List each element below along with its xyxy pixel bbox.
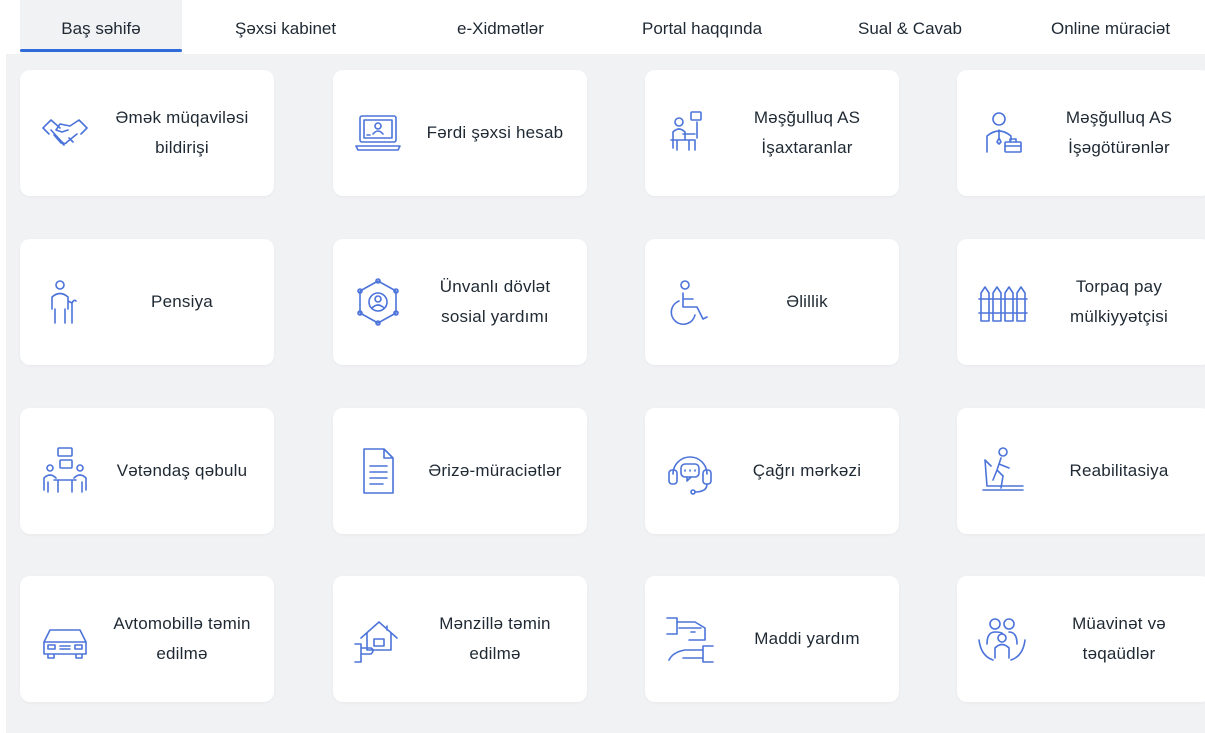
- service-card-jobseekers[interactable]: Məşğulluq AS İşaxtaranlar: [645, 70, 899, 196]
- service-label: Çağrı mərkəzi: [752, 461, 862, 480]
- nav-item-home[interactable]: Baş səhifə: [20, 0, 182, 54]
- service-card-targeted-social-aid[interactable]: Ünvanlı dövlət sosial yardımı: [333, 239, 587, 365]
- top-navigation: Baş səhifə Şəxsi kabinet e-Xidmətlər Por…: [0, 0, 1205, 54]
- service-label: Avtomobillə təmin edilmə: [113, 614, 251, 663]
- service-card-employers[interactable]: Məşğulluq AS İşəgötürənlər: [957, 70, 1205, 196]
- service-label: Məşğulluq AS İşəgötürənlər: [1065, 108, 1173, 157]
- nav-item-e-services[interactable]: e-Xidmətlər: [457, 0, 544, 54]
- service-label: Məşğulluq AS İşaxtaranlar: [753, 108, 861, 157]
- service-card-housing-provision[interactable]: Mənzillə təmin edilmə: [333, 576, 587, 702]
- service-card-pension[interactable]: Pensiya: [20, 239, 274, 365]
- service-label: Pensiya: [151, 292, 213, 311]
- service-card-call-center[interactable]: Çağrı mərkəzi: [645, 408, 899, 534]
- car-icon: [40, 614, 90, 664]
- service-label: Mənzillə təmin edilmə: [439, 614, 551, 663]
- handshake-icon: [40, 108, 90, 158]
- nav-item-online-request[interactable]: Online müraciət: [1051, 0, 1170, 54]
- nav-item-personal-cabinet[interactable]: Şəxsi kabinet: [235, 0, 336, 54]
- service-card-rehabilitation[interactable]: Reabilitasiya: [957, 408, 1205, 534]
- service-label: Əmək müqaviləsi bildirişi: [115, 108, 249, 157]
- fence-icon: [977, 277, 1028, 327]
- service-card-land-share[interactable]: Torpaq pay mülkiyyətçisi: [957, 239, 1205, 365]
- family-icon: [977, 614, 1027, 664]
- job-seeker-icon: [665, 108, 715, 158]
- treadmill-icon: [977, 446, 1027, 496]
- service-label: Müavinət və təqaüdlər: [1072, 614, 1166, 663]
- service-card-disability[interactable]: Əlillik: [645, 239, 899, 365]
- service-card-applications[interactable]: Ərizə-müraciətlər: [333, 408, 587, 534]
- services-grid: Əmək müqaviləsi bildirişi Fərdi şəxsi hes…: [6, 54, 1205, 733]
- service-card-personal-account[interactable]: Fərdi şəxsi hesab: [333, 70, 587, 196]
- employer-icon: [977, 108, 1027, 158]
- document-icon: [353, 446, 403, 496]
- service-card-car-provision[interactable]: Avtomobillə təmin edilmə: [20, 576, 274, 702]
- service-card-citizen-reception[interactable]: Vətəndaş qəbulu: [20, 408, 274, 534]
- service-label: Torpaq pay mülkiyyətçisi: [1069, 277, 1168, 326]
- elderly-person-icon: [40, 277, 90, 327]
- house-hand-icon: [353, 614, 403, 664]
- service-label: Ərizə-müraciətlər: [428, 461, 562, 480]
- service-label: Reabilitasiya: [1069, 461, 1169, 480]
- network-person-icon: [353, 277, 403, 327]
- service-label: Əlillik: [786, 292, 828, 311]
- service-card-employment-contract[interactable]: Əmək müqaviləsi bildirişi: [20, 70, 274, 196]
- service-card-benefits-pensions[interactable]: Müavinət və təqaüdlər: [957, 576, 1205, 702]
- nav-item-about-portal[interactable]: Portal haqqında: [642, 0, 762, 54]
- wheelchair-icon: [665, 277, 715, 327]
- headset-icon: [665, 446, 715, 496]
- meeting-icon: [40, 446, 90, 496]
- service-card-financial-aid[interactable]: Maddi yardım: [645, 576, 899, 702]
- service-label: Maddi yardım: [754, 629, 860, 648]
- service-label: Ünvanlı dövlət sosial yardımı: [439, 277, 551, 326]
- service-label: Vətəndaş qəbulu: [116, 461, 248, 480]
- laptop-account-icon: [353, 108, 403, 158]
- money-hand-icon: [665, 614, 715, 664]
- nav-item-faq[interactable]: Sual & Cavab: [858, 0, 962, 54]
- service-label: Fərdi şəxsi hesab: [426, 123, 564, 142]
